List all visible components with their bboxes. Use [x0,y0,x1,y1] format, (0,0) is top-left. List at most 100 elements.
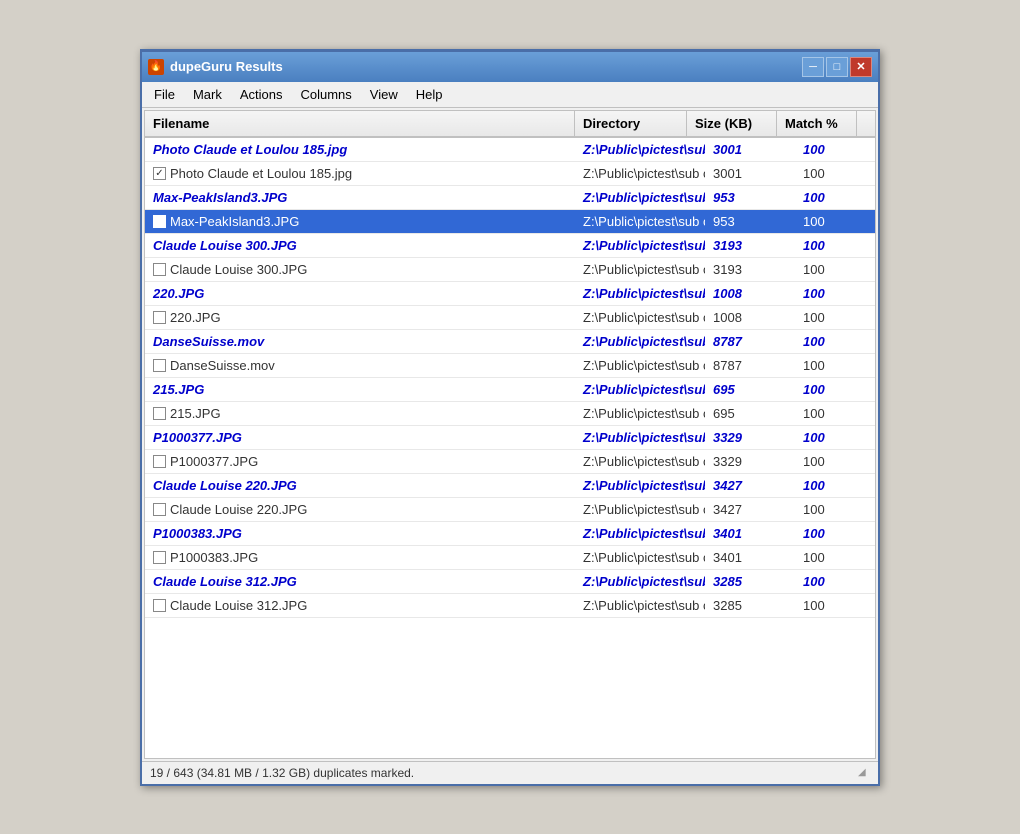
row-checkbox[interactable] [153,215,166,228]
menu-file[interactable]: File [146,84,183,105]
table-row[interactable]: 220.JPG Z:\Public\pictest\sub copy 1008 … [145,306,875,330]
cell-directory: Z:\Public\pictest\sub copy [575,210,705,233]
menu-actions[interactable]: Actions [232,84,291,105]
cell-filename: Claude Louise 300.JPG [145,234,575,257]
menu-mark[interactable]: Mark [185,84,230,105]
table-row[interactable]: Photo Claude et Loulou 185.jpg Z:\Public… [145,162,875,186]
table-row[interactable]: Claude Louise 300.JPG Z:\Public\pictest\… [145,234,875,258]
table-row[interactable]: P1000383.JPG Z:\Public\pictest\sub copy … [145,546,875,570]
cell-size: 3285 [705,594,795,617]
cell-directory: Z:\Public\pictest\sub [575,234,705,257]
status-text: 19 / 643 (34.81 MB / 1.32 GB) duplicates… [150,766,414,780]
table-row[interactable]: Claude Louise 220.JPG Z:\Public\pictest\… [145,474,875,498]
cell-size: 3193 [705,234,795,257]
cell-filename: Photo Claude et Loulou 185.jpg [145,138,575,161]
cell-directory: Z:\Public\pictest\sub copy [575,546,705,569]
table-row[interactable]: DanseSuisse.mov Z:\Public\pictest\sub 87… [145,330,875,354]
cell-filename: Claude Louise 300.JPG [145,258,575,281]
cell-directory: Z:\Public\pictest\sub copy [575,402,705,425]
cell-size: 3401 [705,546,795,569]
menu-help[interactable]: Help [408,84,451,105]
table-row[interactable]: Claude Louise 300.JPG Z:\Public\pictest\… [145,258,875,282]
cell-filename: P1000377.JPG [145,450,575,473]
cell-filename: Max-PeakIsland3.JPG [145,210,575,233]
cell-match: 100 [795,162,875,185]
cell-size: 695 [705,402,795,425]
row-checkbox[interactable] [153,263,166,276]
row-checkbox[interactable] [153,167,166,180]
cell-size: 953 [705,210,795,233]
cell-filename: DanseSuisse.mov [145,330,575,353]
cell-directory: Z:\Public\pictest\sub [575,282,705,305]
cell-match: 100 [795,306,875,329]
cell-match: 100 [795,426,875,449]
cell-match: 100 [795,522,875,545]
cell-filename: Claude Louise 220.JPG [145,474,575,497]
cell-match: 100 [795,258,875,281]
table-row[interactable]: DanseSuisse.mov Z:\Public\pictest\sub co… [145,354,875,378]
row-checkbox[interactable] [153,359,166,372]
cell-match: 100 [795,354,875,377]
row-checkbox[interactable] [153,503,166,516]
cell-size: 3001 [705,162,795,185]
table-row[interactable]: P1000377.JPG Z:\Public\pictest\sub 3329 … [145,426,875,450]
menu-view[interactable]: View [362,84,406,105]
status-bar: 19 / 643 (34.81 MB / 1.32 GB) duplicates… [142,761,878,784]
table-body[interactable]: Photo Claude et Loulou 185.jpg Z:\Public… [145,138,875,758]
table-row[interactable]: Claude Louise 312.JPG Z:\Public\pictest\… [145,594,875,618]
title-bar-left: 🔥 dupeGuru Results [148,59,283,75]
cell-size: 695 [705,378,795,401]
cell-match: 100 [795,330,875,353]
menu-columns[interactable]: Columns [292,84,359,105]
table-row[interactable]: Max-PeakIsland3.JPG Z:\Public\pictest\su… [145,210,875,234]
col-header-filename[interactable]: Filename [145,111,575,136]
cell-size: 1008 [705,306,795,329]
col-header-directory[interactable]: Directory [575,111,687,136]
row-checkbox[interactable] [153,599,166,612]
results-table-container: Filename Directory Size (KB) Match % Pho… [144,110,876,759]
cell-match: 100 [795,474,875,497]
table-row[interactable]: 215.JPG Z:\Public\pictest\sub 695 100 [145,378,875,402]
cell-match: 100 [795,594,875,617]
cell-directory: Z:\Public\pictest\sub copy [575,258,705,281]
title-bar-buttons: ─ □ ✕ [802,57,872,77]
table-row[interactable]: 220.JPG Z:\Public\pictest\sub 1008 100 [145,282,875,306]
row-checkbox[interactable] [153,551,166,564]
table-row[interactable]: Max-PeakIsland3.JPG Z:\Public\pictest\su… [145,186,875,210]
title-bar: 🔥 dupeGuru Results ─ □ ✕ [142,52,878,82]
table-row[interactable]: P1000377.JPG Z:\Public\pictest\sub copy … [145,450,875,474]
scrollbar-header [857,111,875,136]
cell-match: 100 [795,234,875,257]
cell-directory: Z:\Public\pictest\sub copy [575,354,705,377]
app-icon: 🔥 [148,59,164,75]
table-row[interactable]: 215.JPG Z:\Public\pictest\sub copy 695 1… [145,402,875,426]
cell-match: 100 [795,210,875,233]
cell-size: 3329 [705,450,795,473]
row-checkbox[interactable] [153,407,166,420]
cell-filename: 220.JPG [145,306,575,329]
cell-directory: Z:\Public\pictest\sub [575,474,705,497]
cell-size: 8787 [705,330,795,353]
table-row[interactable]: Claude Louise 312.JPG Z:\Public\pictest\… [145,570,875,594]
cell-filename: Claude Louise 312.JPG [145,570,575,593]
close-button[interactable]: ✕ [850,57,872,77]
col-header-size[interactable]: Size (KB) [687,111,777,136]
cell-filename: 215.JPG [145,378,575,401]
cell-directory: Z:\Public\pictest\sub [575,522,705,545]
cell-directory: Z:\Public\pictest\sub [575,138,705,161]
cell-filename: Claude Louise 220.JPG [145,498,575,521]
table-row[interactable]: Claude Louise 220.JPG Z:\Public\pictest\… [145,498,875,522]
cell-size: 3001 [705,138,795,161]
row-checkbox[interactable] [153,311,166,324]
cell-match: 100 [795,402,875,425]
cell-filename: Photo Claude et Loulou 185.jpg [145,162,575,185]
cell-filename: 220.JPG [145,282,575,305]
table-row[interactable]: Photo Claude et Loulou 185.jpg Z:\Public… [145,138,875,162]
cell-filename: DanseSuisse.mov [145,354,575,377]
cell-match: 100 [795,186,875,209]
row-checkbox[interactable] [153,455,166,468]
minimize-button[interactable]: ─ [802,57,824,77]
maximize-button[interactable]: □ [826,57,848,77]
col-header-match[interactable]: Match % [777,111,857,136]
table-row[interactable]: P1000383.JPG Z:\Public\pictest\sub 3401 … [145,522,875,546]
